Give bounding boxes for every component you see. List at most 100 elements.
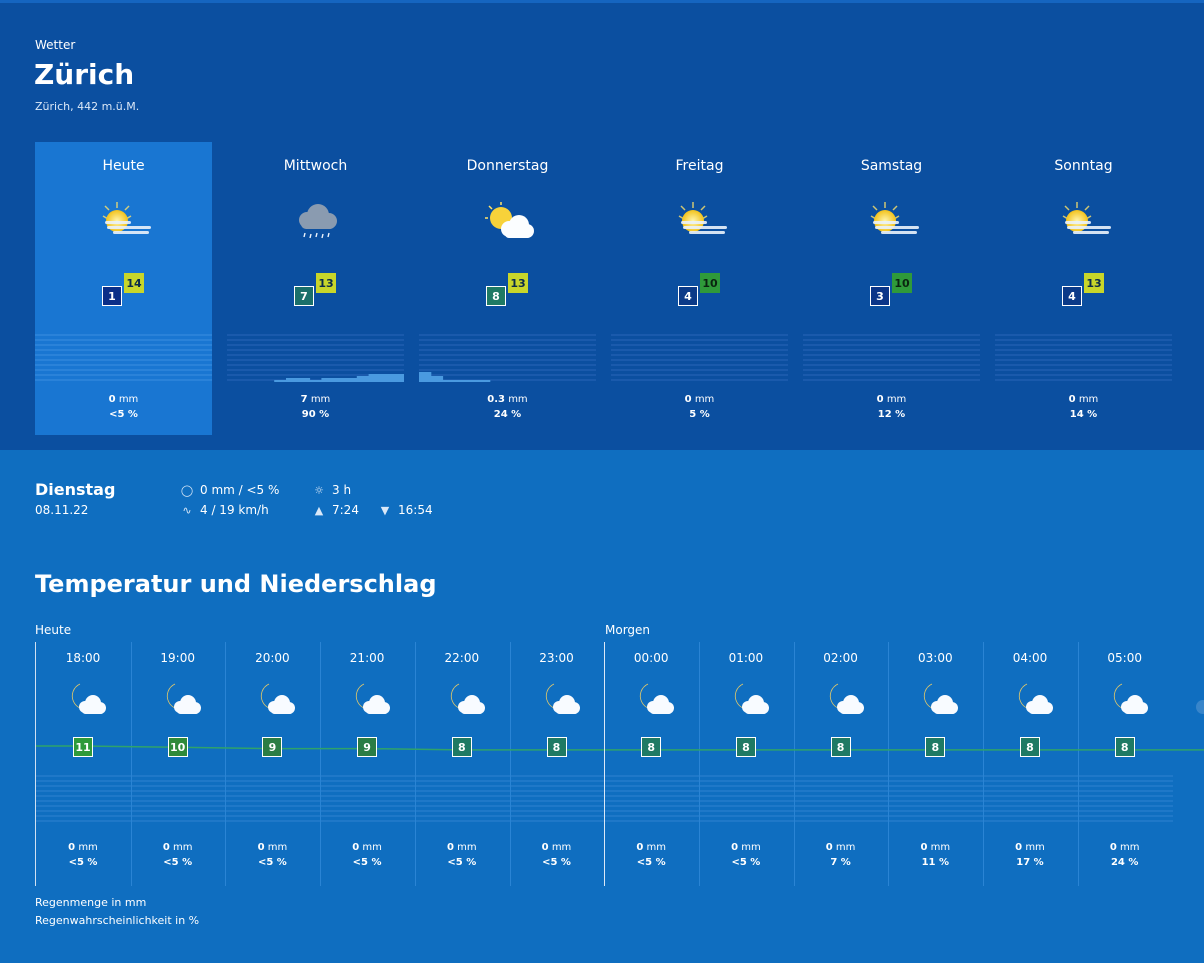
hour-rain-probability: <5 % xyxy=(447,857,477,868)
detail-sunshine-value: 3 h xyxy=(332,483,352,497)
moon-cloud-icon xyxy=(915,680,961,720)
day-column-samstag[interactable]: Samstag 10 3 0 mm 12 % xyxy=(803,142,980,435)
rain-bar xyxy=(274,380,287,382)
hour-rain-amount: 0 mm xyxy=(699,842,793,853)
max-temp-badge: 13 xyxy=(508,273,528,293)
max-temp-badge: 13 xyxy=(316,273,336,293)
hour-rain-probability: 24 % xyxy=(1110,857,1139,868)
hour-rain-amount: 0 mm xyxy=(604,842,698,853)
max-temp-badge: 13 xyxy=(1084,273,1104,293)
hour-rain-amount: 0 mm xyxy=(1078,842,1172,853)
day-column-sonntag[interactable]: Sonntag 13 4 0 mm 14 % xyxy=(995,142,1172,435)
hour-time: 21:00 xyxy=(349,651,385,665)
hour-temp-badge: 8 xyxy=(735,737,756,757)
rain-amount-value: 0 xyxy=(876,394,884,405)
legend-probability: Regenwahrscheinlichkeit in % xyxy=(35,914,200,927)
hour-rain-probability: <5 % xyxy=(542,857,571,868)
hour-time: 02:00 xyxy=(823,651,858,665)
rain-unit: mm xyxy=(883,394,907,405)
min-temp-badge: 7 xyxy=(294,286,314,306)
rain-amount: 0 mm xyxy=(35,394,212,405)
rain-bars xyxy=(611,334,788,381)
moon-cloud-icon xyxy=(442,680,488,720)
midnight-divider xyxy=(604,642,605,886)
rain-probability: <5 % xyxy=(109,409,138,420)
hour-rain-value: 0 xyxy=(541,842,549,853)
day-name: Mittwoch xyxy=(283,158,348,174)
rain-amount-value: 0 xyxy=(684,394,692,405)
day-column-freitag[interactable]: Freitag 10 4 0 mm 5 % xyxy=(611,142,788,435)
rain-bar xyxy=(356,376,370,382)
moon-cloud-icon xyxy=(347,680,393,720)
rain-bar xyxy=(333,378,346,382)
hour-time: 19:00 xyxy=(160,651,195,665)
rain-unit: mm xyxy=(1022,842,1045,853)
section-kicker: Wetter xyxy=(35,38,76,52)
detail-sunshine: ☼ 3 h xyxy=(312,483,351,497)
detail-sunrise-value: 7:24 xyxy=(332,503,359,517)
location-subtitle: Zürich, 442 m.ü.M. xyxy=(35,100,140,113)
start-divider xyxy=(35,642,36,886)
detail-day-name: Dienstag xyxy=(35,480,116,499)
hour-time: 20:00 xyxy=(255,651,290,665)
moon-cloud-icon xyxy=(158,680,204,720)
hour-time: 05:00 xyxy=(1107,651,1142,665)
moon-cloud-icon xyxy=(1010,680,1056,720)
section-title: Temperatur und Niederschlag xyxy=(35,570,437,598)
rain-unit: mm xyxy=(1075,394,1099,405)
hour-rain-amount: 0 mm xyxy=(983,842,1077,853)
hour-time: 01:00 xyxy=(728,651,764,665)
rain-probability: 5 % xyxy=(689,409,710,420)
detail-date: 08.11.22 xyxy=(35,503,89,517)
min-temp-badge: 4 xyxy=(1062,286,1082,306)
rain-bar xyxy=(478,380,491,382)
hour-rain-amount: 0 mm xyxy=(510,842,604,853)
rain-unit: mm xyxy=(505,394,528,405)
moon-cloud-icon xyxy=(537,680,583,720)
rain-probability: 24 % xyxy=(493,409,522,420)
day-column-heute[interactable]: Heute 14 1 0 mm <5 % xyxy=(35,142,212,435)
rain-unit: mm xyxy=(307,394,331,405)
rain-probability: 90 % xyxy=(301,409,330,420)
hour-rain-probability: 7 % xyxy=(830,857,851,868)
rain-amount: 0 mm xyxy=(995,394,1172,405)
sun-cloud-icon xyxy=(863,200,923,245)
hour-temp-badge: 10 xyxy=(167,737,188,757)
rain-bar xyxy=(430,376,444,382)
rain-unit: mm xyxy=(832,842,856,853)
hour-rain-probability: 11 % xyxy=(921,857,949,868)
hour-rain-value: 0 xyxy=(1109,842,1117,853)
day-column-donnerstag[interactable]: Donnerstag 13 8 0.3 mm 24 % xyxy=(419,142,596,435)
max-temp-badge: 10 xyxy=(892,273,912,293)
detail-sunset: ▼ 16:54 xyxy=(378,503,433,517)
day-name: Sonntag xyxy=(1054,158,1113,174)
moon-cloud-icon xyxy=(1105,680,1151,720)
moon-cloud-icon xyxy=(252,680,298,720)
rain-unit: mm xyxy=(115,394,139,405)
min-temp-badge: 3 xyxy=(870,286,890,306)
min-temp-badge: 1 xyxy=(102,286,122,306)
hour-rain-probability: <5 % xyxy=(731,857,761,868)
rain-unit: mm xyxy=(1116,842,1140,853)
moon-cloud-icon xyxy=(63,680,109,720)
day-column-mittwoch[interactable]: Mittwoch 13 7 7 mm 90 % xyxy=(227,142,404,435)
rain-unit: mm xyxy=(548,842,572,853)
hour-time: 22:00 xyxy=(444,651,480,665)
rain-bar xyxy=(321,378,334,382)
hour-time: 04:00 xyxy=(1012,651,1048,665)
hour-temp-badge: 8 xyxy=(830,737,851,757)
rain-unit: mm xyxy=(738,842,761,853)
rain-bar xyxy=(345,378,358,382)
hour-rain-amount: 0 mm xyxy=(225,842,319,853)
scroll-more-indicator[interactable] xyxy=(1196,700,1204,714)
detail-wind-value: 4 / 19 km/h xyxy=(200,503,269,517)
rain-unit: mm xyxy=(169,842,193,853)
hour-temp-badge: 8 xyxy=(546,737,567,757)
hour-time: 03:00 xyxy=(918,651,953,665)
moon-cloud-icon xyxy=(821,680,867,720)
hour-rain-amount: 0 mm xyxy=(415,842,509,853)
rain-bars xyxy=(35,334,212,381)
detail-sunrise: ▲ 7:24 xyxy=(312,503,359,517)
hour-rain-amount: 0 mm xyxy=(888,842,982,853)
hour-temp-badge: 9 xyxy=(357,737,378,757)
